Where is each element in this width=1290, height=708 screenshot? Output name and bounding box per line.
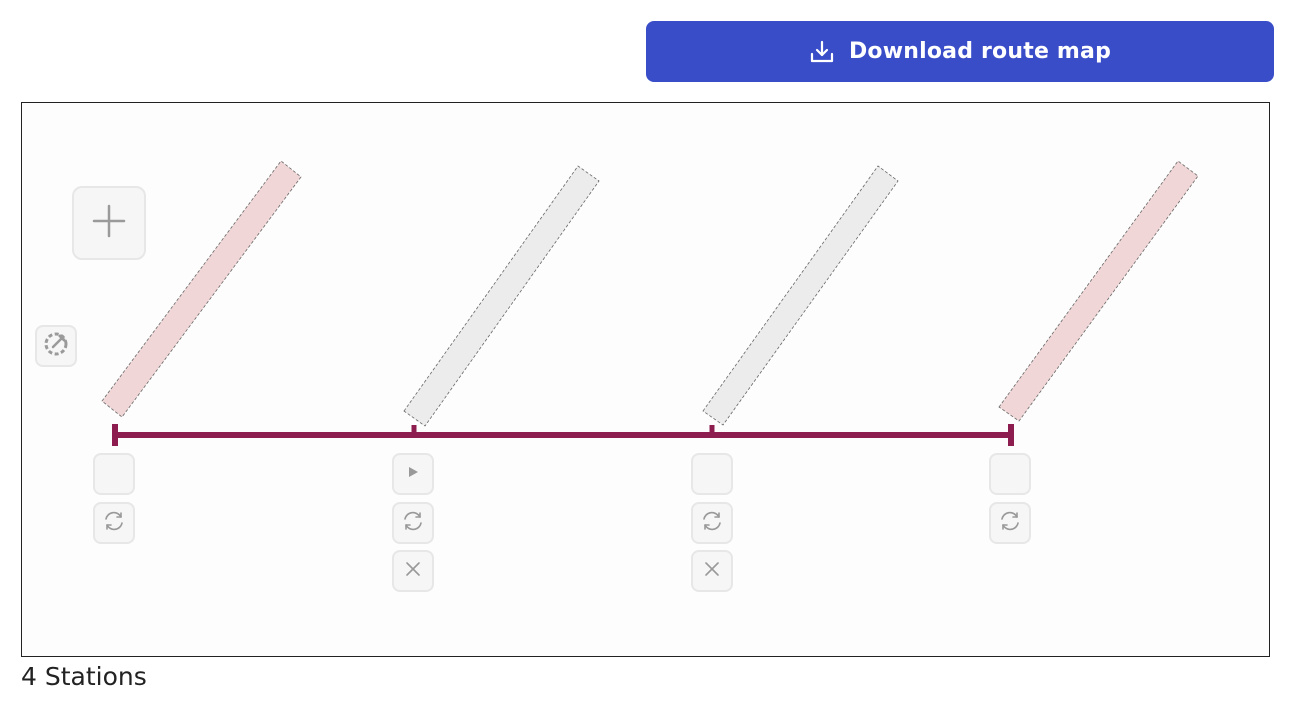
download-icon: [809, 39, 835, 65]
station-label-panel: [403, 165, 600, 427]
station-4-rotate-button[interactable]: [989, 502, 1031, 544]
station-count-label: 4 Stations: [21, 662, 147, 691]
station-1-rotate-button[interactable]: [93, 502, 135, 544]
station-3-rotate-button[interactable]: [691, 502, 733, 544]
rotate-icon: [401, 509, 425, 538]
station-1-toggle-button[interactable]: [93, 453, 135, 495]
station-4-toggle-button[interactable]: [989, 453, 1031, 495]
route-map-drawing: [101, 160, 1199, 446]
station-2-rotate-button[interactable]: [392, 502, 434, 544]
rotate-icon: [998, 509, 1022, 538]
download-route-map-button[interactable]: Download route map: [646, 21, 1274, 82]
station-2-remove-button[interactable]: [392, 550, 434, 592]
plus-icon: [91, 203, 127, 244]
rotate-icon: [700, 509, 724, 538]
station-2-play-button[interactable]: [392, 453, 434, 495]
close-icon: [404, 560, 422, 583]
rotate-icon: [102, 509, 126, 538]
add-station-button[interactable]: [72, 186, 146, 260]
station-3-toggle-button[interactable]: [691, 453, 733, 495]
close-icon: [703, 560, 721, 583]
play-icon: [406, 465, 420, 484]
station-3-remove-button[interactable]: [691, 550, 733, 592]
route-map-canvas[interactable]: [21, 102, 1270, 657]
station-label-panel: [702, 165, 899, 426]
color-picker-icon: [42, 330, 70, 363]
download-button-label: Download route map: [848, 39, 1112, 64]
line-color-button[interactable]: [35, 325, 77, 367]
station-label-panel: [998, 160, 1199, 422]
